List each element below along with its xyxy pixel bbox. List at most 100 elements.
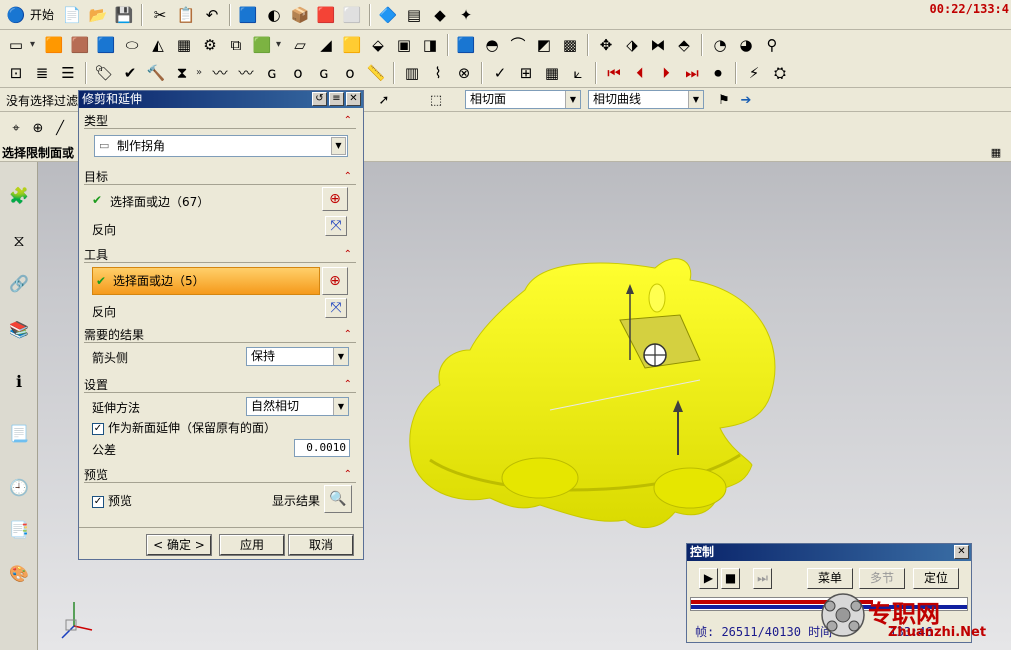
draft-icon[interactable]: ◢	[314, 33, 338, 57]
snap-icon[interactable]: ✦	[454, 3, 478, 27]
save-icon[interactable]: 💾	[112, 3, 136, 27]
gb-icon[interactable]: ɢ	[312, 61, 336, 85]
start-menu-icon[interactable]: 🔵	[4, 3, 28, 27]
lightning-icon[interactable]: ⚡	[742, 61, 766, 85]
tool-crosshair-button[interactable]: ⊕	[322, 267, 348, 295]
ok-button[interactable]: < 确定 >	[146, 534, 212, 556]
line-icon[interactable]: ╱	[48, 116, 72, 140]
record-icon[interactable]: ⏺	[706, 61, 730, 85]
os-icon[interactable]: ᴏ	[286, 61, 310, 85]
cancel-button[interactable]: 取消	[288, 534, 354, 556]
menu-button[interactable]: 菜单	[807, 568, 853, 589]
view-icon[interactable]: 🔷	[376, 3, 400, 27]
gs-icon[interactable]: ɢ	[260, 61, 284, 85]
assembly-navigator-icon[interactable]: 🧩	[6, 182, 32, 208]
bar-options-icon[interactable]: ▦	[984, 140, 1008, 164]
tools-icon[interactable]: ⛭	[768, 61, 792, 85]
face-icon[interactable]: ◩	[532, 33, 556, 57]
target-select-row[interactable]: ✔ 选择面或边（67）	[92, 193, 320, 210]
move-face-icon[interactable]: ✥	[594, 33, 618, 57]
shell-icon[interactable]: ▣	[392, 33, 416, 57]
reuse-library-icon[interactable]: 📚	[6, 316, 32, 342]
follow-arrow-icon[interactable]: ➔	[734, 88, 758, 112]
cylinder-icon[interactable]: ▥	[400, 61, 424, 85]
analysis-icon[interactable]: ⚲	[760, 33, 784, 57]
last-frame-icon[interactable]: ⏭	[680, 61, 704, 85]
collapse-chevron-icon[interactable]: ⌃	[344, 247, 352, 263]
wave-icon[interactable]: 〰	[208, 61, 232, 85]
thread-icon[interactable]: ⚙	[198, 33, 222, 57]
palette-icon[interactable]: 🎨	[6, 560, 32, 586]
process-studio-icon[interactable]: 📑	[6, 516, 32, 542]
spring-icon[interactable]: ⌇	[426, 61, 450, 85]
tool-reverse-button[interactable]: ⤧	[325, 298, 347, 318]
type-filter-label[interactable]: 没有选择过滤	[6, 92, 78, 109]
stop-at-intersection-icon[interactable]: ⚑	[712, 88, 736, 112]
step-forward-button[interactable]: ⏭	[753, 568, 772, 589]
collapse-chevron-icon[interactable]: ⌃	[344, 327, 352, 343]
measure-icon[interactable]: 📏	[364, 61, 388, 85]
tool-select-row[interactable]: ✔ 选择面或边（5）	[92, 267, 320, 295]
delete-face-icon[interactable]: ⬘	[672, 33, 696, 57]
extend-method-select[interactable]: 自然相切 ▼	[246, 397, 349, 416]
start-menu-label[interactable]: 开始	[30, 6, 54, 23]
layers-icon[interactable]: ≣	[30, 61, 54, 85]
pattern-icon[interactable]: ▦	[172, 33, 196, 57]
new-file-icon[interactable]: 📄	[60, 3, 84, 27]
freeform-icon[interactable]: ◕	[734, 33, 758, 57]
open-folder-icon[interactable]: 📂	[86, 3, 110, 27]
snap-end-icon[interactable]: ⊕	[26, 116, 50, 140]
control-title-bar[interactable]: 控制 ✕	[687, 544, 971, 561]
stack-icon[interactable]: ☰	[56, 61, 80, 85]
hammer-icon[interactable]: 🔨	[144, 61, 168, 85]
part-navigator-icon[interactable]: 🔗	[6, 270, 32, 296]
cube-icon[interactable]: 🟦	[236, 3, 260, 27]
copy-icon[interactable]: 📋	[174, 3, 198, 27]
dialog-title-bar[interactable]: 修剪和延伸 ↺ ≡ ✕	[79, 91, 363, 108]
extrude-icon[interactable]: 🟧	[42, 33, 66, 57]
new-face-checkbox-row[interactable]: ✓ 作为新面延伸（保留原有的面）	[92, 419, 276, 436]
collapse-chevron-icon[interactable]: ⌃	[344, 113, 352, 129]
cursor-icon[interactable]: ➚	[372, 88, 396, 112]
face-rule-select[interactable]: 相切面 ▼	[465, 90, 581, 109]
transform-icon[interactable]: ⬗	[620, 33, 644, 57]
magnet-icon[interactable]: ⧗	[170, 61, 194, 85]
chamfer-icon[interactable]: ⬙	[366, 33, 390, 57]
render-icon[interactable]: ⬜	[340, 3, 364, 27]
select-box-icon[interactable]: ⬚	[424, 88, 448, 112]
solid-icon[interactable]: 🟦	[454, 33, 478, 57]
surface-icon[interactable]: ◭	[146, 33, 170, 57]
shading-icon[interactable]: ◐	[262, 3, 286, 27]
mirror-icon[interactable]: ⧓	[646, 33, 670, 57]
box-red-icon[interactable]: 🟥	[314, 3, 338, 27]
sketch-icon[interactable]: ▭	[4, 33, 28, 57]
collapse-icon[interactable]: ≡	[329, 92, 344, 106]
tag-icon[interactable]: 🏷	[92, 61, 116, 85]
preview-checkbox[interactable]: ✓	[92, 495, 104, 508]
tree-icon[interactable]: ⊞	[514, 61, 538, 85]
info-icon[interactable]: ◆	[428, 3, 452, 27]
fit-view-icon[interactable]: ⊡	[4, 61, 28, 85]
mesh-icon[interactable]: ▩	[558, 33, 582, 57]
target-reverse-button[interactable]: ⤧	[325, 216, 347, 236]
check-geometry-icon[interactable]: ✓	[488, 61, 512, 85]
boolean-icon[interactable]: ⧉	[224, 33, 248, 57]
clock-icon[interactable]: 🕘	[6, 474, 32, 500]
first-frame-icon[interactable]: ⏮	[602, 61, 626, 85]
edge-blend-icon[interactable]: 🟨	[340, 33, 364, 57]
apply-button[interactable]: 应用	[219, 534, 285, 556]
sweep-icon[interactable]: ◓	[480, 33, 504, 57]
play-button[interactable]: ▶	[699, 568, 718, 589]
collapse-chevron-icon[interactable]: ⌃	[344, 169, 352, 185]
studio-surface-icon[interactable]: ◔	[708, 33, 732, 57]
model-viewport[interactable]	[400, 250, 790, 550]
helix-icon[interactable]: ⊗	[452, 61, 476, 85]
offset-icon[interactable]: ▱	[288, 33, 312, 57]
preview-checkbox-row[interactable]: ✓ 预览	[92, 492, 132, 509]
multi-section-button[interactable]: 多节	[859, 568, 905, 589]
close-icon[interactable]: ✕	[954, 545, 969, 559]
type-select[interactable]: ▭ 制作拐角 ▼	[94, 135, 348, 157]
reset-icon[interactable]: ↺	[312, 92, 327, 106]
curve-rule-select[interactable]: 相切曲线 ▼	[588, 90, 704, 109]
web-browser-icon[interactable]: ℹ	[6, 368, 32, 394]
